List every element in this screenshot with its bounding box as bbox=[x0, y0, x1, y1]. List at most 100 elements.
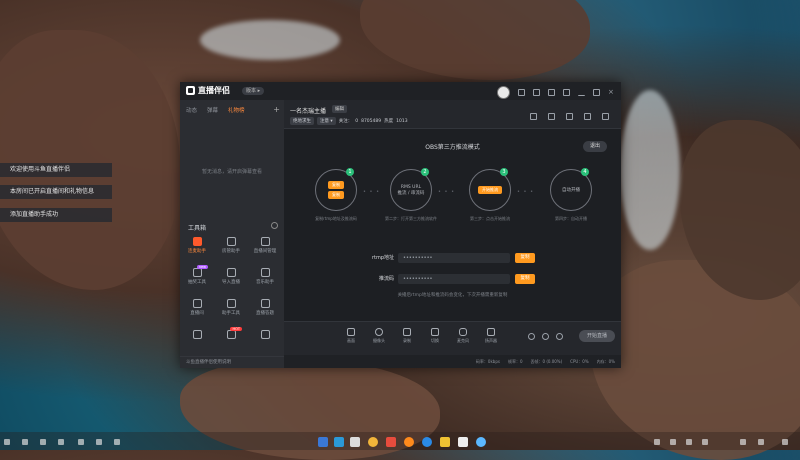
tool-item[interactable]: 连麦助手 bbox=[180, 237, 214, 259]
tool-item[interactable]: new 抽奖工具 bbox=[180, 265, 214, 290]
taskbar-icon[interactable] bbox=[114, 439, 120, 445]
tool-label: 连麦助手 bbox=[188, 249, 206, 254]
tab-gift-rank[interactable]: 礼物榜 bbox=[228, 106, 245, 114]
tool-item[interactable]: 直播间 bbox=[180, 299, 214, 321]
category-chip[interactable]: 绝地求生 bbox=[290, 117, 314, 125]
video-icon[interactable] bbox=[528, 333, 535, 340]
tray-icon[interactable] bbox=[686, 439, 692, 445]
step-number: 2 bbox=[421, 168, 429, 176]
tool-label: 导入直播 bbox=[222, 280, 240, 285]
rock-shape bbox=[0, 30, 180, 290]
room-edit-button[interactable]: 编辑 bbox=[332, 105, 347, 113]
tray-icon[interactable] bbox=[670, 439, 676, 445]
room-header: 一名杰瑞主播 编辑 绝地求生 注意 ▾ 关注： 0 8705489 热度 101… bbox=[284, 100, 621, 129]
tool-screen[interactable]: 画面 bbox=[340, 328, 362, 344]
bell-icon[interactable] bbox=[584, 113, 591, 120]
taskbar-icon[interactable] bbox=[96, 439, 102, 445]
tool-item[interactable] bbox=[248, 330, 282, 352]
exit-obs-button[interactable]: 退出 bbox=[583, 141, 607, 152]
notification[interactable]: 本房间已开启直播间和礼物信息 bbox=[0, 185, 112, 199]
notification[interactable]: 添加直播助手成功 bbox=[0, 208, 112, 222]
menu-icon[interactable] bbox=[563, 89, 570, 96]
hot-value: 1013 bbox=[396, 118, 408, 124]
close-icon[interactable]: × bbox=[608, 89, 615, 96]
notification[interactable]: 欢迎使用斗鱼直播伴侣 bbox=[0, 163, 112, 177]
taskbar-app-icon[interactable] bbox=[318, 437, 328, 447]
taskbar-app-icon[interactable] bbox=[334, 437, 344, 447]
tab-dynamic[interactable]: 动态 bbox=[186, 106, 197, 114]
taskbar-app-icon[interactable] bbox=[386, 437, 396, 447]
tool-switch[interactable]: 切换 bbox=[424, 328, 446, 344]
step-caption: 第二步：打开第三方推流软件 bbox=[385, 216, 437, 221]
taskbar-icon[interactable] bbox=[58, 439, 64, 445]
stream-key-label: 推流码 bbox=[378, 276, 394, 282]
notification-center-icon[interactable] bbox=[782, 439, 788, 445]
taskbar-app-icon[interactable] bbox=[350, 437, 360, 447]
maximize-icon[interactable] bbox=[593, 89, 600, 96]
minimize-icon[interactable] bbox=[578, 89, 585, 96]
empty-message: 暂无消息，请开启弹幕查看 bbox=[201, 169, 262, 175]
tool-camera[interactable]: 摄像头 bbox=[368, 328, 390, 344]
copy-pill[interactable]: 复制 bbox=[328, 191, 344, 199]
tool-item[interactable] bbox=[180, 330, 214, 352]
copy-pill[interactable]: 复制 bbox=[328, 181, 344, 189]
tab-danmu[interactable]: 弹幕 bbox=[207, 106, 218, 114]
tool-item[interactable]: 直播间管理 bbox=[248, 237, 282, 259]
taskbar-app-icon[interactable] bbox=[476, 437, 486, 447]
status-mem: 内存：0% bbox=[596, 359, 615, 364]
tool-icon bbox=[226, 237, 236, 246]
level-chip[interactable]: 注意 ▾ bbox=[317, 117, 336, 125]
tool-icon bbox=[226, 299, 236, 308]
tool-item[interactable]: 音乐助手 bbox=[248, 268, 282, 290]
lock-icon[interactable] bbox=[548, 113, 555, 120]
tool-item[interactable]: 直播答题 bbox=[248, 299, 282, 321]
tray-icon[interactable] bbox=[702, 439, 708, 445]
taskbar-icon[interactable] bbox=[40, 439, 46, 445]
taskbar-icon[interactable] bbox=[78, 439, 84, 445]
left-footer-link[interactable]: 斗鱼直播伴侣使用说明 bbox=[180, 356, 284, 368]
tool-item[interactable]: HOT bbox=[214, 327, 248, 352]
tool-record[interactable]: 录制 bbox=[396, 328, 418, 344]
gift-icon[interactable] bbox=[548, 89, 555, 96]
taskbar-app-icon[interactable] bbox=[440, 437, 450, 447]
rtmp-address-field[interactable]: •••••••••• bbox=[398, 253, 510, 263]
tool-item[interactable]: 助手工具 bbox=[214, 299, 248, 321]
start-stream-pill[interactable]: 开始推流 bbox=[478, 186, 502, 194]
tool-tag: new bbox=[196, 265, 208, 269]
stream-key-field[interactable]: •••••••••• bbox=[398, 274, 510, 284]
version-badge[interactable]: 版本 ▸ bbox=[242, 87, 265, 95]
taskbar-icon[interactable] bbox=[22, 439, 28, 445]
taskbar-app-icon[interactable] bbox=[422, 437, 432, 447]
eye-icon[interactable] bbox=[542, 333, 549, 340]
settings-icon[interactable] bbox=[556, 333, 563, 340]
avatar[interactable] bbox=[497, 86, 510, 99]
copy-icon[interactable] bbox=[566, 113, 573, 120]
tool-icon bbox=[192, 237, 202, 246]
taskbar-app-icon[interactable] bbox=[404, 437, 414, 447]
share-icon[interactable] bbox=[602, 113, 609, 120]
message-icon[interactable] bbox=[533, 89, 540, 96]
tray-icon[interactable] bbox=[654, 439, 660, 445]
tool-mic[interactable]: 麦克风 bbox=[452, 328, 474, 344]
fans-label: 关注： bbox=[338, 119, 353, 124]
copy-rtmp-button[interactable]: 复制 bbox=[515, 253, 535, 263]
taskbar-app-icon[interactable] bbox=[458, 437, 468, 447]
start-live-button[interactable]: 开始直播 bbox=[579, 330, 615, 342]
help-icon[interactable] bbox=[271, 222, 278, 229]
tool-speaker[interactable]: 扬声器 bbox=[480, 328, 502, 344]
status-drop: 丢帧：0 (0.00%) bbox=[530, 359, 563, 364]
bottom-tool-label: 画面 bbox=[347, 338, 355, 343]
add-tab-button[interactable]: + bbox=[273, 105, 280, 114]
obs-hint: 关播后rtmp地址和推流码会变化，下次开播需重新复制 bbox=[397, 293, 508, 298]
tool-item[interactable]: 房管助手 bbox=[214, 237, 248, 259]
tool-item[interactable]: 导入直播 bbox=[214, 268, 248, 290]
taskbar-app-icon[interactable] bbox=[368, 437, 378, 447]
copy-stream-key-button[interactable]: 复制 bbox=[515, 274, 535, 284]
mail-icon[interactable] bbox=[518, 89, 525, 96]
tray-icon[interactable] bbox=[758, 439, 764, 445]
tool-label: 房管助手 bbox=[222, 249, 240, 254]
rock-shape bbox=[360, 0, 590, 80]
gift-icon[interactable] bbox=[530, 113, 537, 120]
start-icon[interactable] bbox=[4, 439, 10, 445]
tray-icon[interactable] bbox=[740, 439, 746, 445]
